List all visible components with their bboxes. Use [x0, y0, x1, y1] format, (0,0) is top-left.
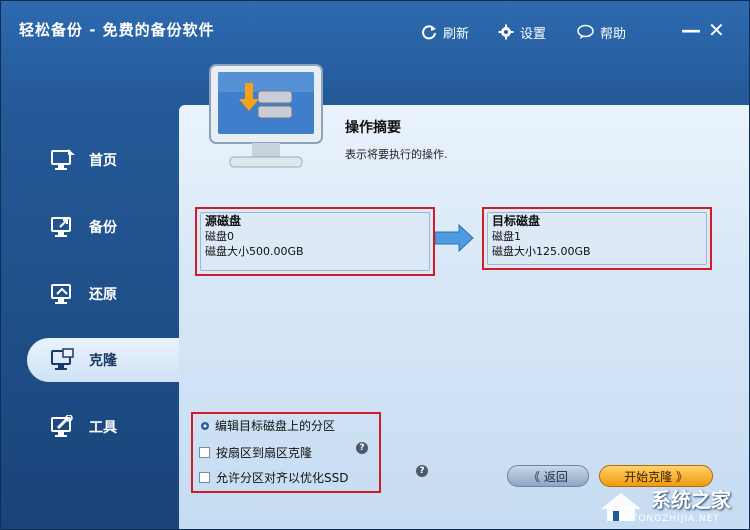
target-disk-size: 磁盘大小125.00GB	[492, 245, 591, 258]
settings-label: 设置	[520, 26, 547, 42]
watermark-subtext: XITONGZHIJIA.NET	[621, 514, 720, 524]
refresh-button[interactable]: 刷新	[421, 21, 469, 43]
home-monitor-icon	[49, 146, 77, 174]
sidebar-item-clone[interactable]: 克隆	[27, 338, 179, 382]
source-disk-heading: 源磁盘	[205, 214, 242, 228]
refresh-icon	[422, 25, 436, 40]
help-icon[interactable]: ?	[416, 465, 428, 477]
sidebar-item-tools[interactable]: 工具	[27, 405, 179, 449]
summary-title: 操作摘要	[345, 120, 401, 136]
source-disk-size: 磁盘大小500.00GB	[205, 245, 304, 258]
target-disk-name: 磁盘1	[492, 230, 521, 243]
minimize-button[interactable]: —	[681, 19, 701, 41]
title-bar: 轻松备份 - 免费的备份软件 刷新 设置 帮助 — ✕	[1, 1, 749, 63]
edit-partitions-link[interactable]: 编辑目标磁盘上的分区	[199, 417, 335, 434]
right-arrow-icon	[435, 223, 474, 253]
back-button[interactable]: 《 返回	[507, 465, 589, 487]
sidebar-item-home[interactable]: 首页	[27, 138, 179, 182]
help-icon[interactable]: ?	[356, 442, 368, 454]
gear-icon	[201, 421, 209, 430]
align-ssd-label: 允许分区对齐以优化SSD	[216, 471, 349, 485]
app-title: 轻松备份 - 免费的备份软件	[19, 21, 215, 39]
watermark-text: 系统之家	[651, 488, 731, 512]
summary-description: 表示将要执行的操作.	[345, 148, 448, 161]
clone-options-box: 编辑目标磁盘上的分区 按扇区到扇区克隆 允许分区对齐以优化SSD	[191, 412, 381, 493]
sidebar-item-backup[interactable]: 备份	[27, 205, 179, 249]
close-button[interactable]: ✕	[708, 19, 725, 41]
clone-monitor-icon	[49, 346, 77, 374]
help-button[interactable]: 帮助	[577, 21, 626, 43]
sidebar-item-restore[interactable]: 还原	[27, 272, 179, 316]
align-ssd-option[interactable]: 允许分区对齐以优化SSD	[199, 469, 348, 486]
gear-icon	[498, 24, 514, 40]
app-window: 轻松备份 - 免费的备份软件 刷新 设置 帮助 — ✕ 首页 备份 还原 克隆 …	[0, 0, 750, 530]
sector-clone-checkbox[interactable]	[199, 447, 210, 458]
source-disk-box[interactable]: 源磁盘 磁盘0 磁盘大小500.00GB	[195, 207, 435, 276]
backup-monitor-icon	[49, 213, 77, 241]
sidebar-item-label: 克隆	[89, 353, 117, 369]
help-label: 帮助	[600, 26, 627, 42]
edit-partitions-label: 编辑目标磁盘上的分区	[215, 419, 336, 433]
sidebar-item-label: 还原	[89, 287, 117, 303]
clone-monitor-illustration-icon	[209, 64, 323, 168]
tools-icon	[49, 413, 77, 441]
source-disk-name: 磁盘0	[205, 230, 234, 243]
sidebar: 首页 备份 还原 克隆 工具	[1, 121, 179, 521]
target-disk-heading: 目标磁盘	[492, 214, 541, 228]
sidebar-item-label: 备份	[89, 220, 117, 236]
speech-bubble-icon	[577, 24, 594, 39]
sidebar-item-label: 首页	[89, 153, 117, 169]
sector-clone-label: 按扇区到扇区克隆	[216, 446, 313, 460]
target-disk-box[interactable]: 目标磁盘 磁盘1 磁盘大小125.00GB	[482, 207, 712, 270]
settings-button[interactable]: 设置	[498, 21, 546, 43]
refresh-label: 刷新	[443, 26, 470, 42]
sector-clone-option[interactable]: 按扇区到扇区克隆	[199, 444, 312, 461]
restore-monitor-icon	[49, 280, 77, 308]
sidebar-item-label: 工具	[89, 420, 117, 436]
align-ssd-checkbox[interactable]	[199, 472, 210, 483]
